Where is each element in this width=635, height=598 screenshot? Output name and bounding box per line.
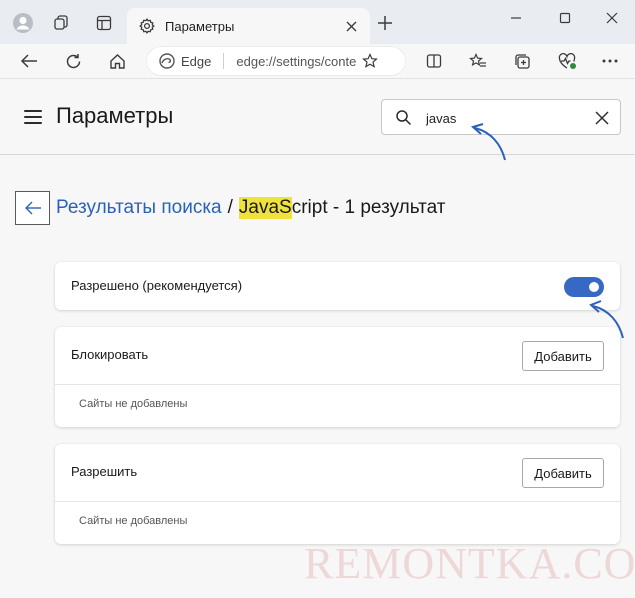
close-tab-icon[interactable] — [342, 17, 360, 35]
tab-title: Параметры — [165, 18, 235, 34]
collections-icon[interactable] — [512, 51, 532, 71]
allow-card: Разрешить Добавить Сайты не добавлены — [55, 444, 620, 544]
block-empty-text: Сайты не добавлены — [79, 398, 188, 410]
workspaces-icon[interactable] — [52, 13, 72, 33]
favorite-star-icon[interactable] — [362, 53, 379, 69]
menu-icon[interactable] — [24, 110, 42, 124]
tab-strip: Параметры — [0, 0, 635, 44]
breadcrumb-text: Результаты поиска / JavaS cript - 1 резу… — [56, 197, 446, 219]
divider — [55, 384, 620, 385]
refresh-icon[interactable] — [62, 50, 84, 72]
home-icon[interactable] — [106, 50, 128, 72]
back-icon[interactable] — [18, 50, 40, 72]
block-card: Блокировать Добавить Сайты не добавлены — [55, 327, 620, 427]
block-add-button[interactable]: Добавить — [522, 341, 604, 371]
back-arrow-icon — [24, 201, 42, 215]
browser-toolbar: Edge edge://settings/content/javascript — [0, 44, 635, 78]
gear-icon — [139, 18, 155, 34]
edge-logo-icon — [159, 53, 175, 69]
tab-settings[interactable]: Параметры — [127, 8, 370, 44]
profile-avatar-icon[interactable] — [12, 12, 34, 34]
watermark: REMONTKA.COM — [304, 539, 635, 588]
search-highlight: JavaS — [238, 197, 292, 219]
page-title: Параметры — [56, 103, 174, 128]
allow-title: Разрешить — [71, 464, 138, 479]
settings-content: Параметры Результаты поиска / JavaS crip… — [0, 78, 635, 598]
tab-actions-icon[interactable] — [94, 13, 114, 33]
address-divider — [223, 53, 225, 69]
url-text[interactable]: edge://settings/content/javascript — [236, 54, 356, 69]
result-count: - 1 результат — [327, 197, 446, 218]
close-window-icon[interactable] — [594, 4, 630, 32]
address-bar[interactable]: Edge edge://settings/content/javascript — [146, 46, 406, 76]
allowed-label: Разрешено (рекомендуется) — [71, 278, 243, 293]
search-results-link[interactable]: Результаты поиска — [56, 197, 222, 219]
favorites-icon[interactable] — [468, 51, 488, 71]
javascript-toggle[interactable] — [564, 277, 604, 297]
search-term-rest: cript — [291, 197, 328, 218]
clear-search-icon[interactable] — [594, 110, 610, 126]
maximize-icon[interactable] — [547, 4, 583, 32]
block-title: Блокировать — [71, 347, 149, 362]
more-menu-icon[interactable] — [600, 51, 620, 71]
annotation-arrow-search — [470, 123, 506, 161]
allow-empty-text: Сайты не добавлены — [79, 515, 188, 527]
settings-header: Параметры — [0, 79, 635, 155]
engine-label: Edge — [181, 53, 212, 69]
browser-essentials-icon[interactable] — [556, 51, 578, 71]
breadcrumb-separator: / — [227, 197, 233, 218]
allow-add-button[interactable]: Добавить — [522, 458, 604, 488]
breadcrumb: Результаты поиска / JavaS cript - 1 резу… — [15, 191, 446, 225]
annotation-arrow-toggle — [589, 300, 624, 339]
search-icon — [395, 109, 412, 131]
split-screen-icon[interactable] — [424, 51, 444, 71]
back-button[interactable] — [15, 191, 50, 225]
new-tab-icon[interactable] — [376, 14, 394, 32]
javascript-allowed-card: Разрешено (рекомендуется) — [55, 262, 620, 310]
minimize-icon[interactable] — [498, 4, 534, 32]
divider — [55, 501, 620, 502]
